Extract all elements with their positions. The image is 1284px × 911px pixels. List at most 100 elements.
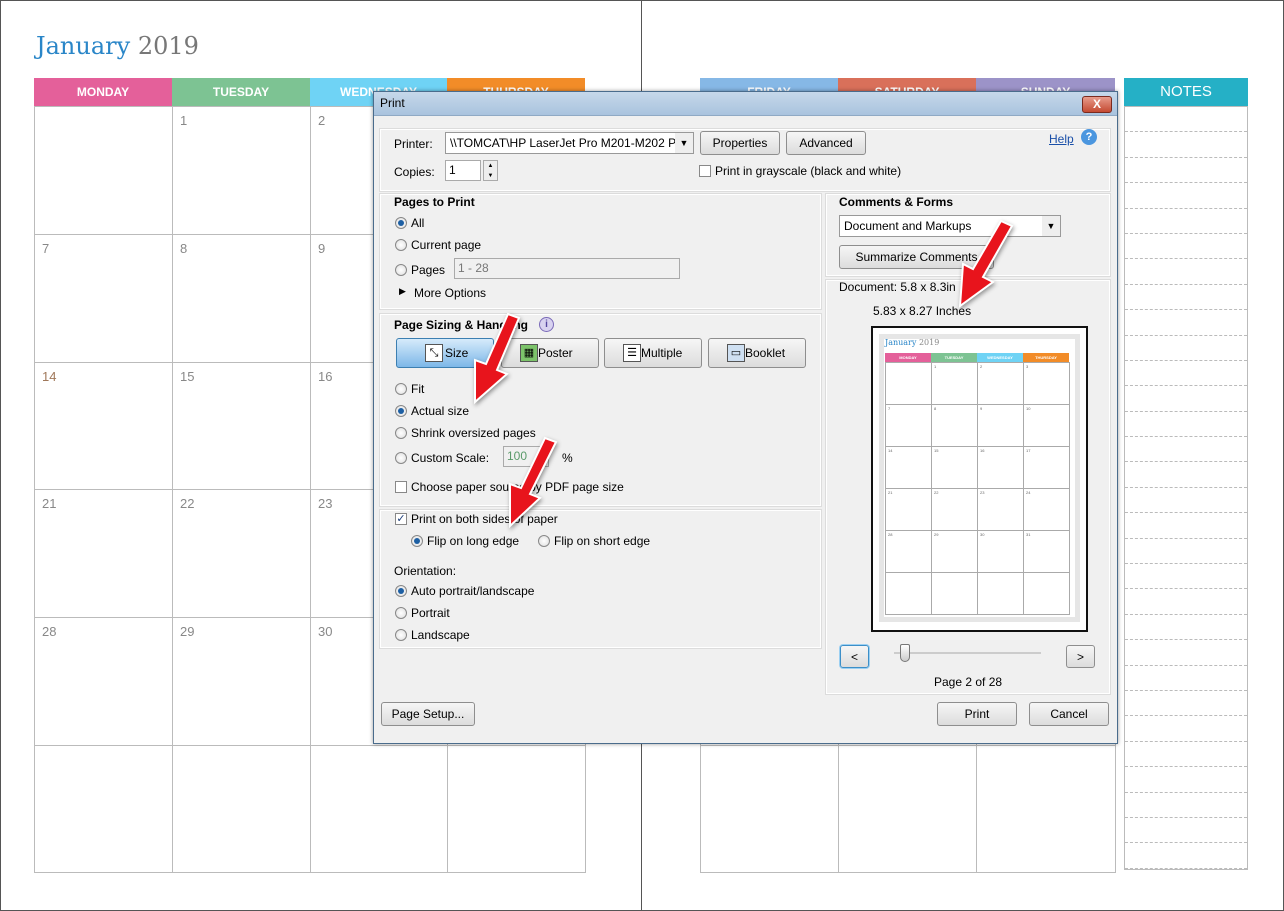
preview-day-cell: 3	[1023, 362, 1070, 405]
radio-landscape[interactable]	[395, 629, 407, 641]
preview-day-cell	[885, 572, 932, 615]
note-line	[1125, 513, 1247, 539]
printer-select[interactable]: \\TOMCAT\HP LaserJet Pro M201-M202 PC ▼	[445, 132, 694, 154]
day-number: 1	[180, 113, 188, 128]
page-indicator: Page 2 of 28	[934, 675, 1003, 689]
radio-actual-size[interactable]	[395, 405, 407, 417]
radio-current-page[interactable]	[395, 239, 407, 251]
day-number: 16	[318, 369, 333, 384]
paper-source-checkbox[interactable]	[395, 481, 407, 493]
help-link[interactable]: Help	[1049, 132, 1074, 146]
day-cell: 29	[172, 617, 311, 746]
grayscale-checkbox[interactable]	[699, 165, 711, 177]
note-line	[1125, 615, 1247, 641]
radio-all[interactable]	[395, 217, 407, 229]
flip-long-label: Flip on long edge	[427, 534, 520, 548]
close-button[interactable]: X	[1082, 96, 1112, 113]
radio-shrink[interactable]	[395, 427, 407, 439]
day-cell	[172, 745, 311, 873]
tab-booklet[interactable]: ▭ Booklet	[708, 338, 806, 368]
day-number: 29	[180, 624, 195, 639]
day-cell	[447, 745, 586, 873]
expand-triangle-icon[interactable]: ▶	[399, 286, 406, 297]
more-options-link[interactable]: More Options	[414, 286, 486, 300]
properties-button[interactable]: Properties	[700, 131, 780, 155]
preview-day-cell: 30	[977, 530, 1024, 573]
note-line	[1125, 132, 1247, 158]
day-number: 2	[318, 113, 326, 128]
comments-select[interactable]: Document and Markups ▼	[839, 215, 1061, 237]
note-line	[1125, 107, 1247, 133]
day-cell: 1	[172, 106, 311, 235]
day-cell	[700, 745, 839, 873]
radio-pages[interactable]	[395, 264, 407, 276]
radio-fit[interactable]	[395, 383, 407, 395]
info-icon[interactable]: i	[539, 317, 554, 332]
radio-auto-orientation[interactable]	[395, 585, 407, 597]
shrink-label: Shrink oversized pages	[411, 426, 536, 440]
note-line	[1125, 209, 1247, 234]
pages-label: Pages	[411, 263, 446, 277]
pages-range-input[interactable]: 1 - 28	[454, 258, 680, 279]
slider-thumb[interactable]	[899, 644, 910, 662]
radio-flip-short[interactable]	[538, 535, 550, 547]
preview-day-header: TUESDAY	[931, 353, 977, 362]
day-number: 9	[318, 241, 326, 256]
prev-page-button[interactable]: <	[840, 645, 869, 668]
advanced-button[interactable]: Advanced	[786, 131, 866, 155]
day-cell	[976, 745, 1116, 873]
preview-day-cell: 16	[977, 446, 1024, 489]
pages-to-print-title: Pages to Print	[394, 195, 475, 209]
preview-day-cell: 17	[1023, 446, 1070, 489]
day-cell	[310, 745, 448, 873]
radio-flip-long[interactable]	[411, 535, 423, 547]
tab-size[interactable]: ⤡ Size	[396, 338, 494, 368]
copies-stepper[interactable]: ▲ ▼	[483, 160, 498, 181]
cancel-button[interactable]: Cancel	[1029, 702, 1109, 726]
next-page-button[interactable]: >	[1066, 645, 1095, 668]
tab-label: Booklet	[745, 346, 786, 360]
day-cell: 21	[34, 489, 173, 618]
preview-day-cell: 14	[885, 446, 932, 489]
day-cell: 22	[172, 489, 311, 618]
landscape-label: Landscape	[411, 628, 470, 642]
size-icon: ⤡	[425, 344, 443, 362]
preview-day-cell	[885, 362, 932, 405]
summarize-comments-button[interactable]: Summarize Comments	[839, 245, 994, 269]
day-number: 7	[42, 241, 50, 256]
portrait-label: Portrait	[411, 606, 450, 620]
title-bar: Print X	[374, 92, 1117, 116]
preview-title: January 2019	[885, 338, 939, 347]
page-slider[interactable]	[894, 652, 1041, 654]
preview-day-header: MONDAY	[885, 353, 931, 362]
preview-year: 2019	[918, 338, 940, 347]
page-setup-button[interactable]: Page Setup...	[381, 702, 475, 726]
note-line	[1125, 158, 1247, 184]
note-line	[1125, 716, 1247, 742]
both-sides-checkbox[interactable]: ✓	[395, 513, 407, 525]
scale-input[interactable]: 100	[503, 446, 549, 467]
tab-multiple[interactable]: ☰ Multiple	[604, 338, 702, 368]
help-icon[interactable]: ?	[1081, 129, 1097, 145]
dialog-title: Print	[380, 96, 405, 110]
note-line	[1125, 488, 1247, 514]
day-number: 23	[318, 496, 333, 511]
tab-label: Size	[445, 346, 469, 360]
tab-poster[interactable]: ▦ Poster	[501, 338, 599, 368]
preview-day-cell: 8	[931, 404, 978, 447]
preview-day-cell: 1	[931, 362, 978, 405]
note-line	[1125, 412, 1247, 438]
notes-header: NOTES	[1124, 78, 1248, 106]
note-line	[1125, 539, 1247, 565]
day-cell	[34, 106, 173, 235]
day-header: MONDAY	[34, 78, 172, 106]
current-page-label: Current page	[411, 238, 482, 252]
note-line	[1125, 767, 1247, 793]
radio-custom-scale[interactable]	[395, 452, 407, 464]
print-button[interactable]: Print	[937, 702, 1017, 726]
day-cell	[34, 745, 173, 873]
preview-day-cell: 21	[885, 488, 932, 531]
fit-label: Fit	[411, 382, 425, 396]
radio-portrait[interactable]	[395, 607, 407, 619]
copies-input[interactable]: 1	[445, 160, 481, 181]
